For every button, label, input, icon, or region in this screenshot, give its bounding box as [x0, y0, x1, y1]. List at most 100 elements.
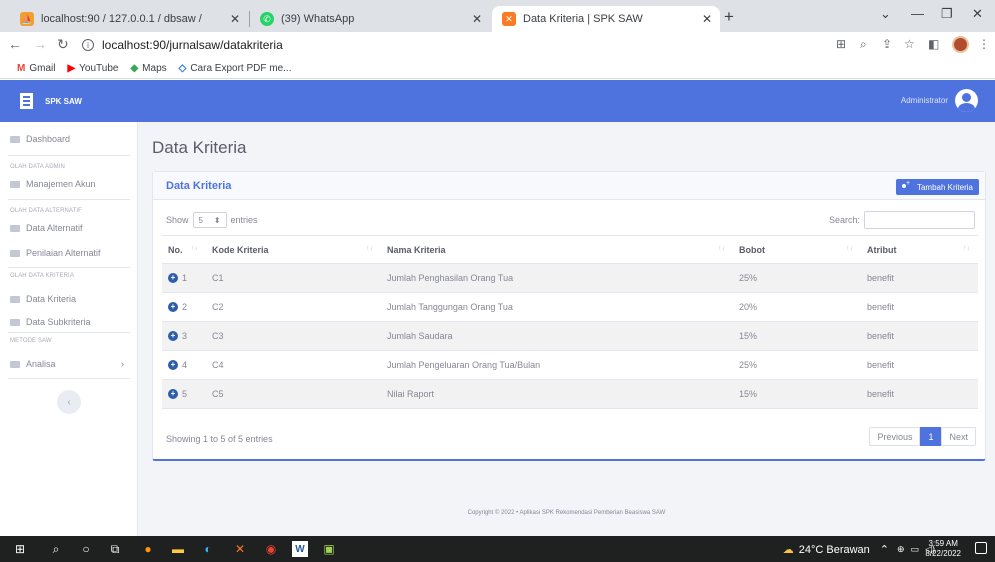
tab-label: localhost:90 / 127.0.0.1 / dbsaw / [41, 13, 202, 25]
sidebar-heading: METODE SAW [10, 338, 52, 344]
url-field[interactable]: i localhost:90/jurnalsaw/datakriteria [82, 38, 283, 52]
weather-text[interactable]: 24°C Berawan [799, 544, 870, 556]
bookmark-youtube[interactable]: ▶ YouTube [67, 63, 118, 74]
cell-nama: Jumlah Tanggungan Orang Tua [381, 292, 733, 322]
column-header-no[interactable]: No. ↑↓ [162, 235, 206, 264]
sidebar-item-data-alternatif[interactable]: Data Alternatif [10, 223, 83, 233]
entries-label: entries [230, 215, 258, 225]
new-tab-button[interactable]: + [724, 7, 734, 27]
column-header-nama[interactable]: Nama Kriteria ↑↓ [381, 235, 733, 264]
kriteria-table: No. ↑↓ Kode Kriteria ↑↓ Nama Kriteria ↑↓ Bo… [162, 235, 978, 409]
user-name[interactable]: Administrator [901, 96, 948, 105]
window-close-icon[interactable]: ✕ [972, 6, 983, 22]
windows-start-icon[interactable]: ⊞ [12, 541, 28, 557]
next-page-button[interactable]: Next [941, 427, 976, 446]
back-icon[interactable]: ← [8, 36, 22, 52]
column-label: Bobot [739, 244, 765, 255]
column-header-bobot[interactable]: Bobot ↑↓ [733, 235, 861, 264]
tray-chevron-icon[interactable]: ⌃ [880, 543, 889, 556]
minimize-icon[interactable]: — [911, 6, 924, 21]
chevron-right-icon: › [121, 359, 124, 369]
page-icon: ◇ [178, 62, 187, 74]
expand-row-icon[interactable]: + [168, 302, 178, 313]
expand-row-icon[interactable]: + [168, 331, 178, 342]
zoom-icon[interactable]: ⌕ [860, 37, 867, 52]
search-input[interactable] [864, 211, 975, 229]
entries-value: 5 [198, 215, 203, 225]
bookmark-star-icon[interactable]: ☆ [904, 37, 915, 51]
brand-link[interactable]: SPK SAW [20, 93, 82, 109]
bookmark-maps[interactable]: ◆ Maps [130, 63, 166, 74]
show-label: Show [166, 215, 189, 225]
sidebar-item-data-subkriteria[interactable]: Data Subkriteria [10, 317, 91, 327]
search-icon[interactable]: ⌕ [48, 541, 64, 557]
sidebar-item-data-kriteria[interactable]: Data Kriteria [10, 294, 76, 304]
cell-atribut: benefit [861, 350, 978, 380]
cortana-icon[interactable]: ○ [78, 541, 94, 557]
main-content: Data Kriteria Data Kriteria Tambah Krite… [138, 122, 995, 536]
clock-time: 3:59 AM [928, 539, 958, 548]
cell-no: +2 [162, 292, 206, 322]
sidebar-heading: OLAH DATA KRITERIA [10, 273, 74, 279]
bookmark-export-pdf[interactable]: ◇ Cara Export PDF me... [179, 63, 292, 74]
user-avatar-icon[interactable] [955, 89, 978, 112]
translate-icon[interactable]: ⊞ [836, 37, 846, 51]
firefox-icon[interactable]: ● [140, 541, 156, 557]
side-panel-icon[interactable]: ◧ [928, 37, 939, 51]
battery-icon[interactable]: ▭ [911, 544, 920, 555]
select-arrows-icon: ⬍ [213, 215, 221, 225]
chrome-icon[interactable]: ◉ [263, 541, 279, 557]
column-label: No. [168, 244, 183, 255]
notepad-icon[interactable]: ▣ [321, 541, 337, 557]
sidebar-item-penilaian-alternatif[interactable]: Penilaian Alternatif [10, 248, 101, 258]
weather-icon[interactable]: ☁ [783, 543, 794, 556]
user-plus-icon [901, 180, 911, 191]
sort-icon: ↑↓ [718, 245, 725, 252]
page-1-button[interactable]: 1 [920, 427, 942, 446]
entries-select[interactable]: 5 ⬍ [192, 212, 227, 228]
tab-whatsapp[interactable]: ✆ (39) WhatsApp ✕ [250, 6, 490, 32]
sort-icon: ↑↓ [366, 245, 373, 252]
cell-atribut: benefit [861, 292, 978, 322]
reload-icon[interactable]: ↻ [57, 36, 69, 53]
bookmark-gmail[interactable]: M Gmail [17, 63, 55, 74]
tab-phpmyadmin[interactable]: ⛵ localhost:90 / 127.0.0.1 / dbsaw / ✕ [10, 6, 248, 32]
close-icon[interactable]: ✕ [702, 12, 712, 26]
expand-row-icon[interactable]: + [168, 389, 178, 400]
close-icon[interactable]: ✕ [230, 12, 240, 26]
notification-icon[interactable] [975, 542, 987, 554]
task-view-icon[interactable]: ⧉ [107, 541, 123, 557]
close-icon[interactable]: ✕ [472, 12, 482, 26]
tambah-kriteria-button[interactable]: Tambah Kriteria [895, 179, 979, 195]
forward-icon[interactable]: → [33, 36, 47, 52]
edge-icon[interactable]: ◐ [200, 541, 216, 557]
share-icon[interactable]: ⇪ [882, 37, 892, 51]
tab-data-kriteria[interactable]: ✕ Data Kriteria | SPK SAW ✕ [492, 6, 720, 32]
expand-row-icon[interactable]: + [168, 273, 178, 284]
sidebar-item-analisa[interactable]: Analisa [10, 359, 56, 369]
xampp-icon[interactable]: ✕ [232, 541, 248, 557]
file-explorer-icon[interactable]: ▬ [170, 541, 186, 557]
sidebar-toggle-button[interactable]: ‹ [57, 390, 81, 414]
info-icon[interactable]: i [82, 39, 94, 51]
dashboard-icon [10, 135, 20, 143]
clock[interactable]: 3:59 AM 8/22/2022 [925, 539, 961, 559]
profile-avatar[interactable] [952, 36, 969, 53]
expand-row-icon[interactable]: + [168, 360, 178, 371]
button-label: Tambah Kriteria [916, 182, 973, 192]
menu-icon[interactable]: ⋮ [978, 37, 990, 51]
network-icon[interactable]: ⊕ [897, 544, 905, 555]
word-icon[interactable]: W [292, 541, 308, 557]
column-header-atribut[interactable]: Atribut ↑↓ [861, 235, 978, 264]
tab-search-icon[interactable]: ⌄ [880, 6, 891, 22]
restore-icon[interactable]: ❐ [941, 6, 953, 22]
cell-nama: Jumlah Pengeluaran Orang Tua/Bulan [381, 350, 733, 380]
table-row: +3 C3 Jumlah Saudara 15% benefit [162, 321, 978, 351]
column-header-kode[interactable]: Kode Kriteria ↑↓ [206, 235, 381, 264]
previous-page-button[interactable]: Previous [869, 427, 921, 446]
sidebar-item-dashboard[interactable]: Dashboard [10, 134, 70, 144]
sidebar-item-manajemen-akun[interactable]: Manajemen Akun [10, 179, 96, 189]
cell-bobot: 15% [733, 321, 861, 351]
tab-label: Data Kriteria | SPK SAW [523, 13, 643, 25]
row-number: 4 [182, 359, 188, 370]
